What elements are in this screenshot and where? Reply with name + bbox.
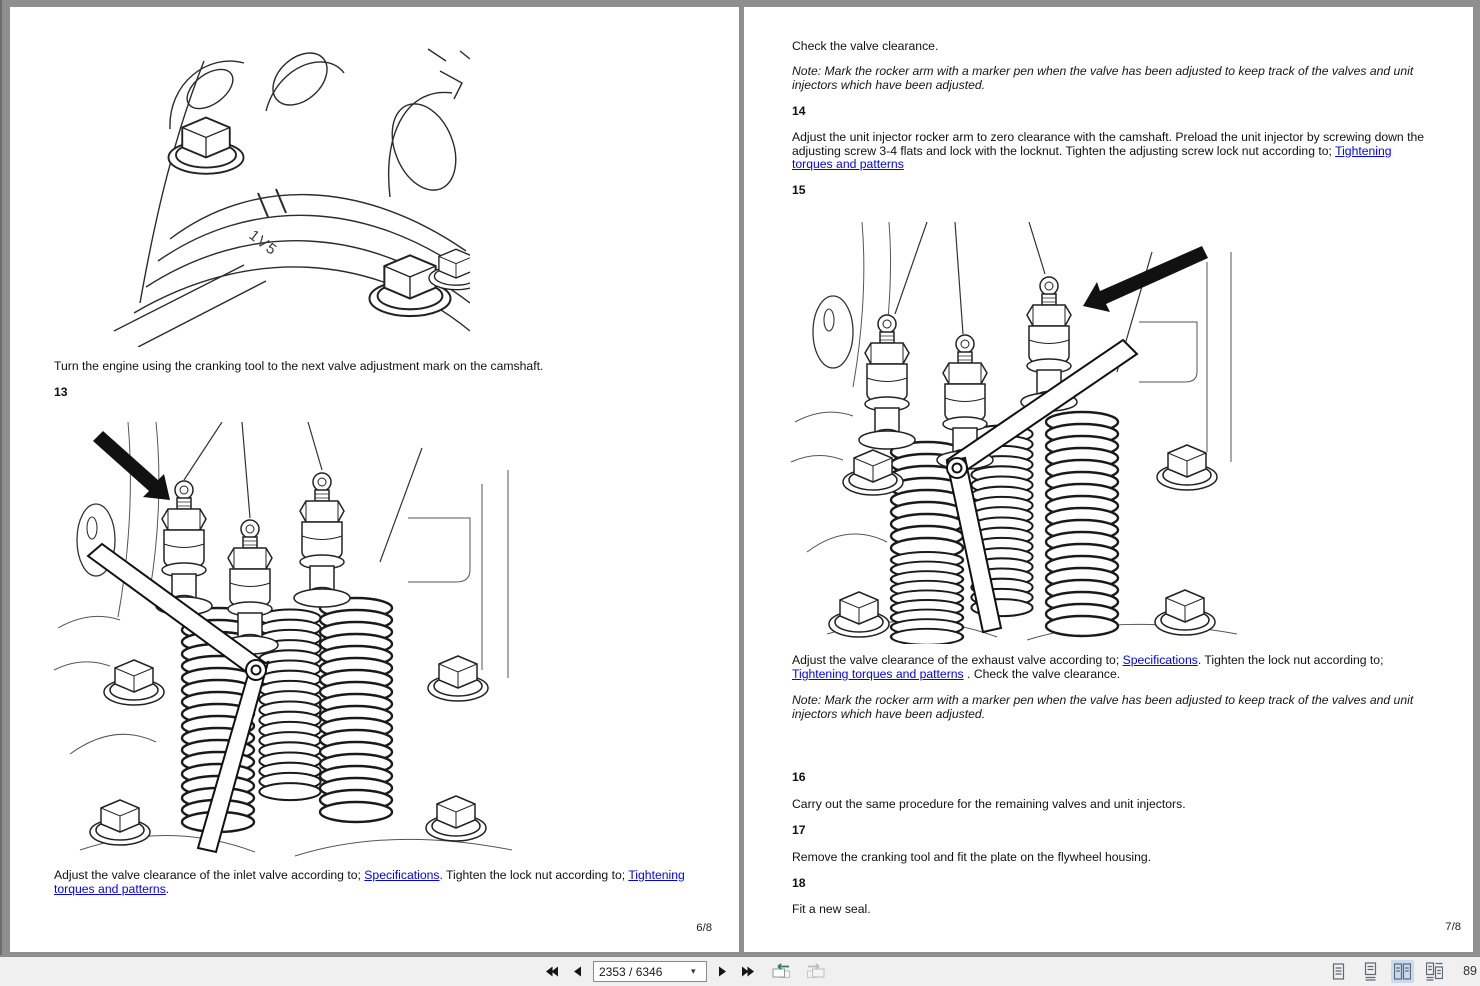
continuous-layout-button[interactable] (1359, 960, 1382, 983)
page-layout-group (1327, 957, 1446, 986)
continuous-layout-icon (1364, 962, 1377, 981)
step-number-15: 15 (792, 183, 806, 197)
note-marker-pen: Note: Mark the rocker arm with a marker … (792, 64, 1414, 92)
page-number: 7/8 (1445, 921, 1461, 933)
illustration-exhaust-valve-adjustment (787, 222, 1247, 644)
text-run: . Tighten the lock nut according to; (439, 868, 629, 882)
previous-page-button[interactable] (570, 961, 584, 983)
bottom-toolbar: ▾ (0, 956, 1480, 986)
navigate-forward-button[interactable] (803, 961, 829, 983)
page-number: 6/8 (696, 922, 712, 934)
facing-pages-layout-icon (1394, 963, 1411, 980)
paragraph-fit-seal: Fit a new seal. (792, 902, 871, 916)
navigate-back-icon (772, 963, 790, 978)
step-number-13: 13 (54, 385, 68, 399)
note-marker-pen: Note: Mark the rocker arm with a marker … (792, 693, 1414, 721)
step-number-18: 18 (792, 876, 806, 890)
text-run: Adjust the valve clearance of the inlet … (54, 868, 365, 882)
book-view-layout-button[interactable] (1423, 960, 1446, 983)
paragraph-adjust-exhaust: Adjust the valve clearance of the exhaus… (792, 653, 1432, 681)
paragraph-remove-cranking-tool: Remove the cranking tool and fit the pla… (792, 850, 1152, 864)
document-view-area: 1V5 Turn the engine using the cranking t… (0, 0, 1480, 955)
paragraph-adjust-unit-injector: Adjust the unit injector rocker arm to z… (792, 130, 1432, 172)
link-specifications[interactable]: Specifications (364, 868, 439, 882)
paragraph-adjust-inlet: Adjust the valve clearance of the inlet … (54, 868, 702, 896)
single-page-layout-button[interactable] (1327, 960, 1350, 983)
text-run: Adjust the valve clearance of the exhaus… (792, 653, 1123, 667)
next-page-button[interactable] (716, 961, 730, 983)
first-page-button[interactable] (541, 961, 561, 983)
last-page-button[interactable] (739, 961, 759, 983)
paragraph-turn-engine: Turn the engine using the cranking tool … (54, 359, 544, 373)
step-number-16: 16 (792, 770, 806, 784)
illustration-camshaft-marking: 1V5 (110, 45, 470, 347)
navigate-back-button[interactable] (768, 961, 794, 983)
link-specifications[interactable]: Specifications (1123, 653, 1198, 667)
paragraph-check-valve: Check the valve clearance. (792, 39, 939, 53)
link-tightening-torques[interactable]: Tightening torques and patterns (792, 667, 964, 681)
single-page-layout-icon (1332, 963, 1345, 980)
book-view-layout-icon (1426, 962, 1443, 981)
page-left: 1V5 Turn the engine using the cranking t… (10, 7, 739, 952)
facing-pages-layout-button[interactable] (1391, 960, 1414, 983)
text-run: . Tighten the lock nut according to; (1197, 653, 1384, 667)
navigate-forward-icon (807, 963, 825, 978)
first-page-icon (546, 966, 558, 977)
step-number-14: 14 (792, 104, 806, 118)
text-run: . (165, 881, 170, 896)
chevron-down-icon[interactable]: ▾ (691, 966, 696, 977)
zoom-level-value: 89 (1463, 964, 1477, 978)
text-run: Adjust the unit injector rocker arm to z… (792, 130, 1425, 158)
next-page-icon (719, 966, 726, 977)
page-number-input[interactable] (599, 964, 687, 979)
page-navigation-group: ▾ (541, 957, 829, 986)
page-number-box: ▾ (593, 961, 707, 982)
camshaft-mark-label: 1V5 (246, 227, 281, 260)
previous-page-icon (574, 966, 581, 977)
text-run: . Check the valve clearance. (963, 666, 1121, 681)
paragraph-same-procedure: Carry out the same procedure for the rem… (792, 797, 1186, 811)
page-right: Check the valve clearance. Note: Mark th… (744, 7, 1473, 952)
pointer-arrow (1083, 246, 1208, 312)
illustration-inlet-valve-adjustment (50, 422, 540, 860)
step-number-17: 17 (792, 823, 806, 837)
last-page-icon (742, 966, 754, 977)
